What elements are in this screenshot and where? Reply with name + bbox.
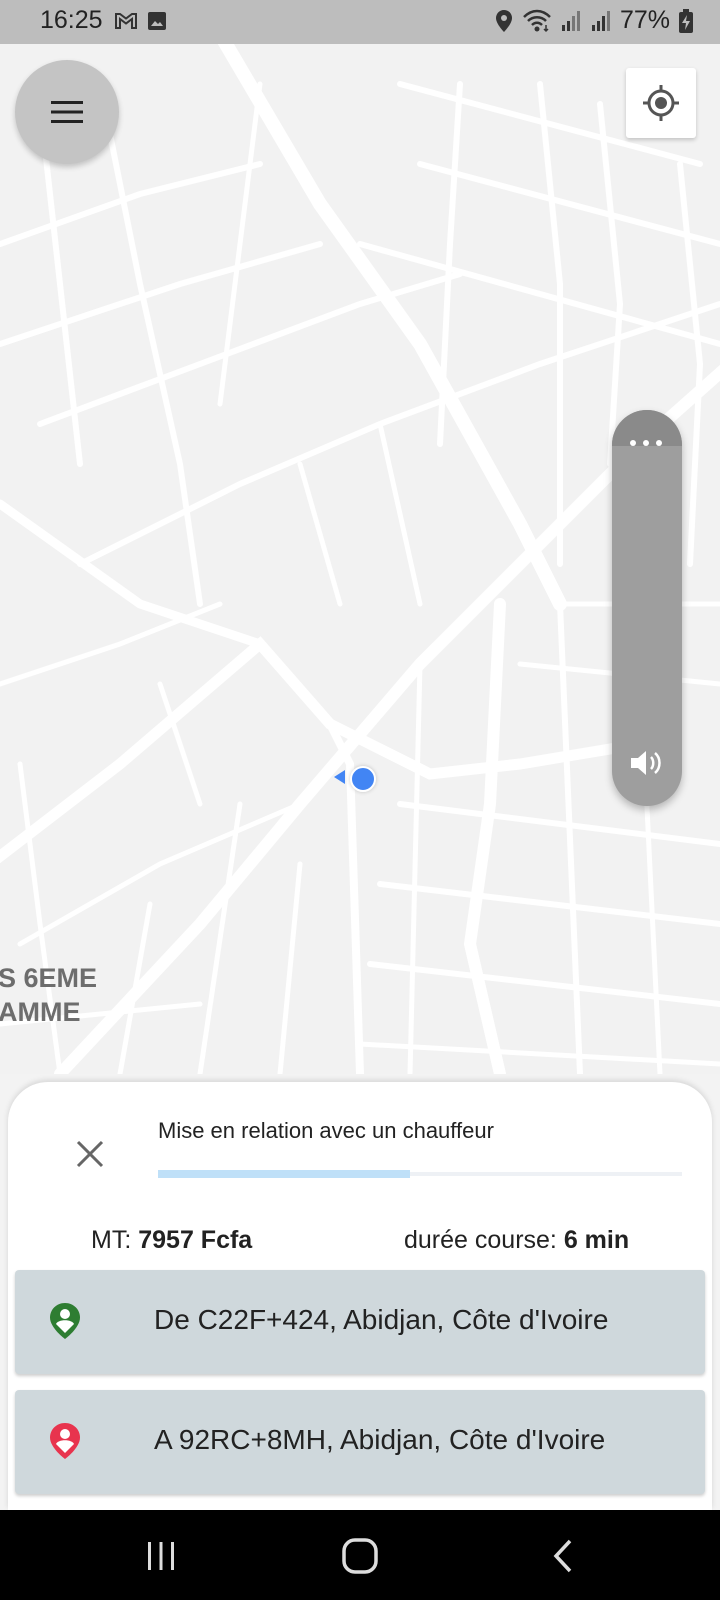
hamburger-icon <box>51 101 83 123</box>
volume-panel[interactable] <box>612 410 682 806</box>
back-button[interactable] <box>538 1536 588 1576</box>
duration-value: 6 min <box>563 1226 630 1254</box>
more-options-icon[interactable] <box>630 440 662 446</box>
pickup-address-card[interactable]: De C22F+424, Abidjan, Côte d'Ivoire <box>15 1270 705 1374</box>
matching-status-text: Mise en relation avec un chauffeur <box>158 1118 494 1143</box>
gmail-icon <box>115 13 137 29</box>
system-nav-bar <box>0 1510 720 1600</box>
heading-arrow-icon <box>334 770 345 784</box>
cancel-button[interactable] <box>66 1130 114 1178</box>
map-place-label: AMME <box>0 997 81 1027</box>
map-place-label: S 6EME <box>0 963 98 993</box>
back-icon <box>553 1539 572 1573</box>
pickup-pin-icon <box>50 1303 80 1339</box>
screen: 16:25 77% S 6EME AMME Mise en relation a… <box>0 0 720 1600</box>
current-location-marker <box>350 766 376 792</box>
my-location-button[interactable] <box>626 68 696 138</box>
volume-icon[interactable] <box>629 748 665 778</box>
fare-value: 7957 Fcfa <box>138 1226 253 1254</box>
status-right-icons: 77% <box>494 6 694 35</box>
my-location-icon <box>643 85 679 121</box>
matching-progress-fill <box>158 1170 410 1178</box>
menu-button[interactable] <box>15 60 119 164</box>
recents-button[interactable] <box>136 1536 186 1576</box>
status-bar: 16:25 77% <box>0 0 720 44</box>
battery-charging-icon <box>679 8 693 33</box>
wifi-icon <box>523 9 551 32</box>
ride-request-sheet: Mise en relation avec un chauffeur MT: 7… <box>8 1082 712 1510</box>
status-time: 16:25 <box>40 6 103 34</box>
signal-icon <box>561 10 580 31</box>
matching-progress-bar <box>158 1170 682 1178</box>
battery-percentage: 77% <box>619 6 670 34</box>
close-icon <box>76 1140 104 1168</box>
home-icon <box>342 1538 378 1574</box>
destination-address-card[interactable]: A 92RC+8MH, Abidjan, Côte d'Ivoire <box>15 1390 705 1494</box>
fare-info: MT: 7957 Fcfa <box>91 1226 252 1255</box>
pickup-address-text: De C22F+424, Abidjan, Côte d'Ivoire <box>154 1304 609 1335</box>
fare-label: MT: <box>91 1226 132 1254</box>
home-button[interactable] <box>335 1536 385 1576</box>
location-icon <box>495 9 512 32</box>
duration-info: durée course: 6 min <box>404 1226 629 1255</box>
signal-icon <box>591 10 610 31</box>
image-icon <box>148 12 166 30</box>
destination-address-text: A 92RC+8MH, Abidjan, Côte d'Ivoire <box>154 1424 606 1455</box>
status-left-icons <box>114 10 168 32</box>
recents-icon <box>148 1542 174 1570</box>
duration-label: durée course: <box>404 1226 557 1254</box>
destination-pin-icon <box>50 1423 80 1459</box>
